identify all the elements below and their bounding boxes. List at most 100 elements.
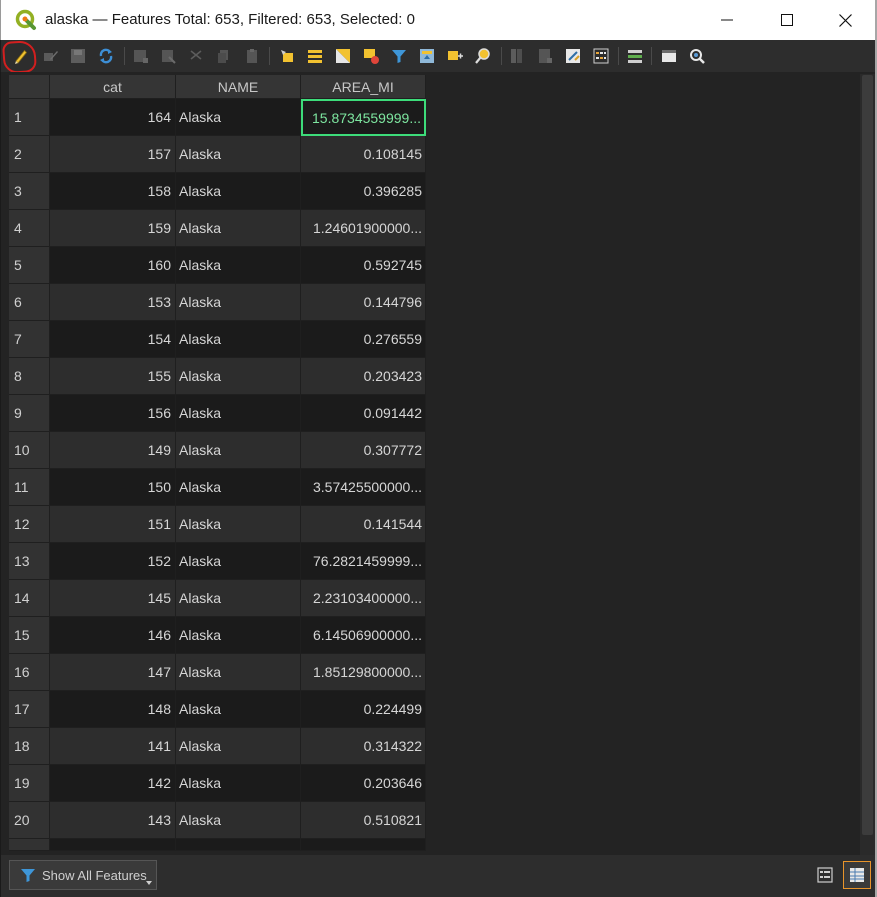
cell-cat[interactable]: 156 (50, 395, 176, 432)
cell-name[interactable]: Alaska (176, 506, 301, 543)
pan-to-selected-button[interactable] (445, 46, 465, 66)
row-number[interactable]: 19 (9, 765, 50, 802)
table-row[interactable]: 10 149 Alaska 0.307772 (9, 432, 426, 469)
table-row[interactable]: 15 146 Alaska 6.14506900000... (9, 617, 426, 654)
actions-button[interactable] (687, 46, 707, 66)
cell-name[interactable]: Alaska (176, 284, 301, 321)
cell-area-mi[interactable]: 0.141544 (301, 506, 426, 543)
toggle-editing-button[interactable] (11, 46, 31, 66)
cell-cat[interactable]: 143 (50, 802, 176, 839)
delete-selected-button[interactable] (158, 46, 178, 66)
cell-area-mi[interactable]: 0.307772 (301, 432, 426, 469)
row-number[interactable]: 11 (9, 469, 50, 506)
table-row[interactable]: 19 142 Alaska 0.203646 (9, 765, 426, 802)
table-row[interactable]: 13 152 Alaska 76.2821459999... (9, 543, 426, 580)
table-row[interactable]: 6 153 Alaska 0.144796 (9, 284, 426, 321)
cell-area-mi[interactable]: 1.85129800000... (301, 654, 426, 691)
close-button[interactable] (816, 0, 874, 40)
cell-cat[interactable]: 151 (50, 506, 176, 543)
cell-cat[interactable]: 153 (50, 284, 176, 321)
organize-columns-button[interactable] (625, 46, 645, 66)
minimize-button[interactable] (698, 0, 756, 40)
row-number[interactable]: 17 (9, 691, 50, 728)
row-number[interactable]: 16 (9, 654, 50, 691)
cell-name[interactable]: Alaska (176, 728, 301, 765)
row-number[interactable]: 1 (9, 99, 50, 136)
table-row[interactable]: 18 141 Alaska 0.314322 (9, 728, 426, 765)
row-number[interactable]: 15 (9, 617, 50, 654)
cell-cat[interactable]: 150 (50, 469, 176, 506)
conditional-formatting-button[interactable] (591, 46, 611, 66)
row-number[interactable]: 7 (9, 321, 50, 358)
select-all-button[interactable] (305, 46, 325, 66)
cell-name[interactable]: Alaska (176, 617, 301, 654)
add-feature-button[interactable] (131, 46, 151, 66)
cell-name[interactable]: Alaska (176, 802, 301, 839)
cell-area-mi[interactable]: 6.14506900000... (301, 617, 426, 654)
zoom-to-selected-button[interactable] (473, 46, 493, 66)
row-number[interactable]: 6 (9, 284, 50, 321)
row-number[interactable]: 10 (9, 432, 50, 469)
cell-area-mi[interactable]: 2.23103400000... (301, 580, 426, 617)
cell-name[interactable]: Alaska (176, 247, 301, 284)
table-row[interactable]: 2 157 Alaska 0.108145 (9, 136, 426, 173)
table-row[interactable]: 14 145 Alaska 2.23103400000... (9, 580, 426, 617)
cell-name[interactable]: Alaska (176, 210, 301, 247)
save-edits-button[interactable] (68, 46, 88, 66)
delete-field-button[interactable] (535, 46, 555, 66)
cell-cat[interactable]: 147 (50, 654, 176, 691)
select-by-expression-button[interactable] (277, 46, 297, 66)
cell-name[interactable]: Alaska (176, 469, 301, 506)
cell-cat[interactable]: 154 (50, 321, 176, 358)
cell-area-mi[interactable]: 0.314322 (301, 728, 426, 765)
cell-name[interactable]: Alaska (176, 432, 301, 469)
cell-cat[interactable]: 164 (50, 99, 176, 136)
row-number[interactable]: 13 (9, 543, 50, 580)
table-row[interactable]: 3 158 Alaska 0.396285 (9, 173, 426, 210)
maximize-button[interactable] (758, 0, 816, 40)
cell-name[interactable]: Alaska (176, 543, 301, 580)
cell-name[interactable]: Alaska (176, 321, 301, 358)
row-number[interactable]: 14 (9, 580, 50, 617)
table-row[interactable]: 7 154 Alaska 0.276559 (9, 321, 426, 358)
cell-area-mi[interactable]: 0.108145 (301, 136, 426, 173)
cell-cat[interactable]: 141 (50, 728, 176, 765)
cell-area-mi[interactable]: 0.224499 (301, 691, 426, 728)
cell-cat[interactable]: 159 (50, 210, 176, 247)
cell-area-mi[interactable]: 0.203423 (301, 358, 426, 395)
cell-area-mi[interactable]: 0.592745 (301, 247, 426, 284)
cell-area-mi[interactable]: 76.2821459999... (301, 543, 426, 580)
deselect-all-button[interactable] (361, 46, 381, 66)
row-number[interactable]: 18 (9, 728, 50, 765)
cell-cat[interactable]: 155 (50, 358, 176, 395)
cell-name[interactable]: Alaska (176, 99, 301, 136)
cell-area-mi[interactable]: 0.144796 (301, 284, 426, 321)
table-row[interactable]: 4 159 Alaska 1.24601900000... (9, 210, 426, 247)
new-field-button[interactable] (507, 46, 527, 66)
cell-name[interactable]: Alaska (176, 691, 301, 728)
table-view-button[interactable] (843, 861, 871, 889)
cell-name[interactable]: Alaska (176, 136, 301, 173)
cell-cat[interactable]: 146 (50, 617, 176, 654)
cell-cat[interactable]: 157 (50, 136, 176, 173)
cell-area-mi[interactable]: 1.24601900000... (301, 210, 426, 247)
scrollbar-thumb[interactable] (862, 75, 873, 835)
row-number[interactable]: 4 (9, 210, 50, 247)
cell-cat[interactable]: 152 (50, 543, 176, 580)
cut-button[interactable] (186, 46, 206, 66)
select-all-corner[interactable] (9, 75, 50, 99)
cell-area-mi[interactable]: 0.203646 (301, 765, 426, 802)
table-row[interactable]: 20 143 Alaska 0.510821 (9, 802, 426, 839)
reload-table-button[interactable] (96, 46, 116, 66)
cell-name[interactable]: Alaska (176, 654, 301, 691)
table-row[interactable]: 1 164 Alaska 15.8734559999... (9, 99, 426, 136)
row-number[interactable]: 2 (9, 136, 50, 173)
dock-table-button[interactable] (659, 46, 679, 66)
cell-area-mi-current[interactable]: 15.8734559999... (301, 99, 426, 136)
cell-area-mi[interactable]: 0.276559 (301, 321, 426, 358)
cell-cat[interactable]: 149 (50, 432, 176, 469)
form-view-button[interactable] (811, 861, 839, 889)
toggle-multi-edit-button[interactable] (41, 46, 61, 66)
cell-name[interactable]: Alaska (176, 358, 301, 395)
cell-area-mi[interactable]: 0.396285 (301, 173, 426, 210)
